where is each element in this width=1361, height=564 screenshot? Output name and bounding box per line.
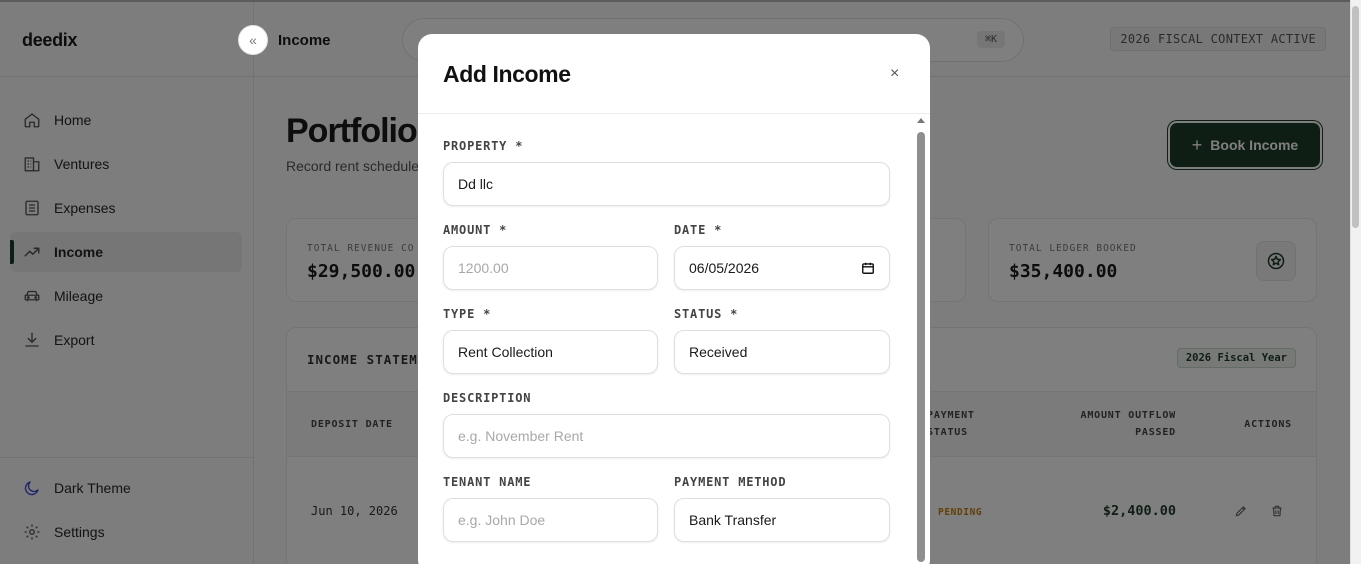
- modal-scrollbar-thumb[interactable]: [917, 132, 925, 562]
- description-label: DESCRIPTION: [443, 391, 532, 405]
- close-icon[interactable]: ×: [890, 65, 899, 83]
- property-select[interactable]: Dd llc: [443, 162, 890, 206]
- tenant-name-input[interactable]: e.g. John Doe: [443, 498, 658, 542]
- description-input[interactable]: e.g. November Rent: [443, 414, 890, 458]
- sidebar-collapse-button[interactable]: «: [238, 25, 268, 55]
- add-income-modal: Add Income × PROPERTY * Dd llc AMOUNT * …: [418, 34, 930, 564]
- date-label: DATE *: [674, 223, 723, 237]
- scroll-up-arrow-icon[interactable]: [917, 118, 925, 123]
- type-select[interactable]: Rent Collection: [443, 330, 658, 374]
- date-input[interactable]: 06/05/2026: [674, 246, 890, 290]
- type-label: TYPE *: [443, 307, 492, 321]
- modal-divider: [418, 113, 930, 114]
- status-label: STATUS *: [674, 307, 739, 321]
- modal-title: Add Income: [443, 61, 571, 87]
- date-value: 06/05/2026: [689, 260, 760, 276]
- page-scrollbar-thumb[interactable]: [1352, 6, 1359, 228]
- amount-input[interactable]: 1200.00: [443, 246, 658, 290]
- property-label: PROPERTY *: [443, 139, 524, 153]
- payment-method-label: PAYMENT METHOD: [674, 475, 787, 489]
- tenant-name-label: TENANT NAME: [443, 475, 532, 489]
- status-select[interactable]: Received: [674, 330, 890, 374]
- calendar-icon[interactable]: [861, 261, 875, 278]
- window-top-edge: [0, 0, 1361, 2]
- payment-method-select[interactable]: Bank Transfer: [674, 498, 890, 542]
- amount-label: AMOUNT *: [443, 223, 508, 237]
